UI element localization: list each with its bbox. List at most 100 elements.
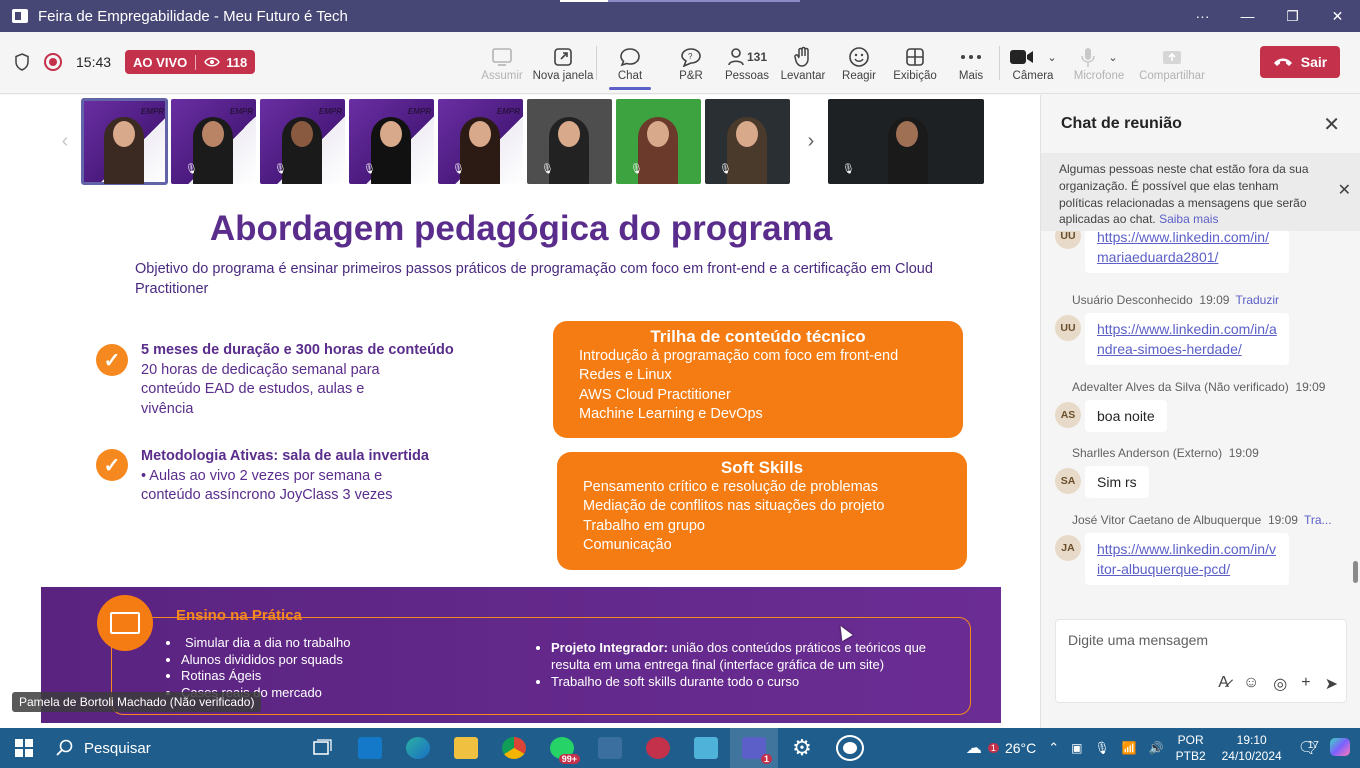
gear-icon: ⚙ [792, 735, 812, 760]
close-window-button[interactable]: ✕ [1315, 0, 1360, 32]
gallery-next-button[interactable]: › [794, 97, 828, 185]
mail-app[interactable] [346, 728, 394, 768]
external-notice: Algumas pessoas neste chat estão fora da… [1041, 153, 1360, 231]
chrome-app[interactable] [490, 728, 538, 768]
technical-track-box: Trilha de conteúdo técnico Introdução à … [553, 321, 963, 438]
participant-tile[interactable]: EMPR [81, 97, 168, 185]
message-link[interactable]: https://www.linkedin.com/in/andrea-simoe… [1097, 321, 1277, 357]
avatar[interactable]: JA [1055, 535, 1081, 561]
participant-tile[interactable]: 🎙 [527, 98, 612, 184]
share-button[interactable]: Compartilhar [1132, 32, 1212, 94]
attach-plus-icon[interactable]: + [1301, 674, 1310, 694]
settings-app[interactable]: ⚙ [778, 728, 826, 768]
task-view-button[interactable] [298, 728, 346, 768]
format-icon[interactable]: A̷ [1218, 674, 1229, 694]
language-code: POR [1177, 733, 1204, 747]
language-indicator[interactable]: POR PTB2 [1170, 732, 1212, 764]
emoji-icon[interactable]: ☺ [1243, 674, 1259, 694]
wifi-icon[interactable]: 📶 [1116, 741, 1143, 755]
minimize-button[interactable]: — [1225, 0, 1270, 32]
mic-button[interactable]: ⌄ Microfone [1066, 32, 1132, 94]
participant-tile-large[interactable]: 🎙 [828, 98, 984, 184]
avatar[interactable]: UU [1055, 315, 1081, 341]
chat-tab-button[interactable]: Chat [597, 32, 663, 94]
file-explorer-app[interactable] [442, 728, 490, 768]
chevron-up-icon[interactable]: ⌃ [1042, 740, 1065, 756]
people-button[interactable]: 131 Pessoas [719, 32, 775, 94]
notifications-button[interactable]: 🗨 17 [1292, 738, 1324, 758]
translate-link[interactable]: Traduzir [1235, 293, 1279, 307]
react-button[interactable]: Reagir [831, 32, 887, 94]
dismiss-notice-icon[interactable]: ✕ [1338, 182, 1351, 200]
message-input[interactable] [1056, 620, 1346, 660]
mic-chevron-icon[interactable]: ⌄ [1108, 51, 1117, 64]
send-icon[interactable]: ➤ [1325, 674, 1338, 694]
meeting-stage: ‹ EMPR EMPR 🎙 EMPR 🎙 EMPR 🎙 EMPR 🎙 🎙 🎙 🎙 › 🎙… [0, 95, 1040, 728]
view-button[interactable]: Exibição [887, 32, 943, 94]
sticker-icon[interactable]: ◎ [1273, 674, 1287, 694]
translate-link[interactable]: Tra... [1304, 513, 1332, 527]
meet-now-icon[interactable]: ▣ [1065, 741, 1088, 755]
live-badge[interactable]: AO VIVO 118 [125, 50, 256, 74]
shield-icon[interactable] [14, 53, 30, 71]
avatar[interactable]: UU [1055, 231, 1081, 249]
participant-tile[interactable]: 🎙 [705, 98, 790, 184]
raise-hand-icon [794, 46, 809, 67]
loading-bar [560, 0, 800, 2]
raise-hand-button[interactable]: Levantar [775, 32, 831, 94]
copilot-button[interactable] [1324, 737, 1360, 759]
vscode-app[interactable] [586, 728, 634, 768]
participant-tile[interactable]: EMPR 🎙 [438, 98, 523, 184]
close-chat-icon[interactable]: ✕ [1323, 112, 1340, 137]
camera-app[interactable] [826, 728, 874, 768]
more-options-button[interactable]: ··· [1180, 0, 1225, 32]
learn-more-link[interactable]: Saiba mais [1159, 212, 1218, 226]
clock[interactable]: 19:10 24/10/2024 [1212, 732, 1292, 764]
edge-app[interactable] [394, 728, 442, 768]
weather-icon: ☁ [965, 740, 982, 757]
eye-icon [204, 57, 221, 67]
participant-tile[interactable]: EMPR 🎙 [349, 98, 434, 184]
windows-logo-icon [15, 739, 33, 757]
slide-subtitle: Objetivo do programa é ensinar primeiros… [135, 261, 933, 297]
message-sender: José Vitor Caetano de Albuquerque [1072, 513, 1262, 527]
more-button[interactable]: Mais [943, 32, 999, 94]
maximize-button[interactable]: ❐ [1270, 0, 1315, 32]
weather-badge: 1 [987, 743, 999, 753]
hang-up-icon [1273, 58, 1292, 66]
new-window-button[interactable]: Nova janela [530, 32, 596, 94]
qa-button[interactable]: ? P&R [663, 32, 719, 94]
new-window-label: Nova janela [532, 70, 594, 82]
taskbar-search[interactable]: Pesquisar [48, 728, 298, 768]
task-view-icon [313, 739, 332, 755]
start-button[interactable] [0, 728, 48, 768]
microphone-icon[interactable]: 🎙 [1088, 741, 1115, 755]
share-icon [1163, 51, 1181, 64]
speaker-name-label: Pamela de Bortoli Machado (Não verificad… [12, 692, 262, 712]
svg-text:?: ? [688, 52, 693, 61]
code-editor-icon [598, 737, 622, 759]
mic-off-icon: 🎙 [541, 163, 554, 175]
participant-tile[interactable]: EMPR 🎙 [171, 98, 256, 184]
take-control-button[interactable]: Assumir [474, 32, 530, 94]
camera-chevron-icon[interactable]: ⌄ [1047, 51, 1056, 64]
participant-tile[interactable]: EMPR 🎙 [260, 98, 345, 184]
weather-widget[interactable]: ☁ 1 26°C [960, 738, 1042, 758]
camera-button[interactable]: ⌄ Câmera [1000, 32, 1066, 94]
teams-app[interactable]: 1 [730, 728, 778, 768]
participant-tile[interactable]: 🎙 [616, 98, 701, 184]
avatar[interactable]: AS [1055, 402, 1081, 428]
pen-app[interactable] [682, 728, 730, 768]
integrator-heading: Projeto Integrador: [551, 640, 669, 655]
volume-icon[interactable]: 🔊 [1143, 741, 1170, 755]
system-tray: ☁ 1 26°C ⌃ ▣ 🎙 📶 🔊 POR PTB2 19:10 24/10/… [960, 728, 1360, 768]
leave-button[interactable]: Sair [1260, 46, 1340, 78]
whatsapp-app[interactable]: 99+ [538, 728, 586, 768]
message-link[interactable]: https://www.linkedin.com/in/mariaeduarda… [1097, 231, 1269, 265]
chrome-profile-app[interactable] [634, 728, 682, 768]
avatar[interactable]: SA [1055, 468, 1081, 494]
whatsapp-badge: 99+ [558, 754, 580, 764]
gallery-prev-button[interactable]: ‹ [48, 97, 82, 185]
chat-scrollbar[interactable] [1353, 561, 1358, 583]
message-link[interactable]: https://www.linkedin.com/in/vitor-albuqu… [1097, 541, 1276, 577]
